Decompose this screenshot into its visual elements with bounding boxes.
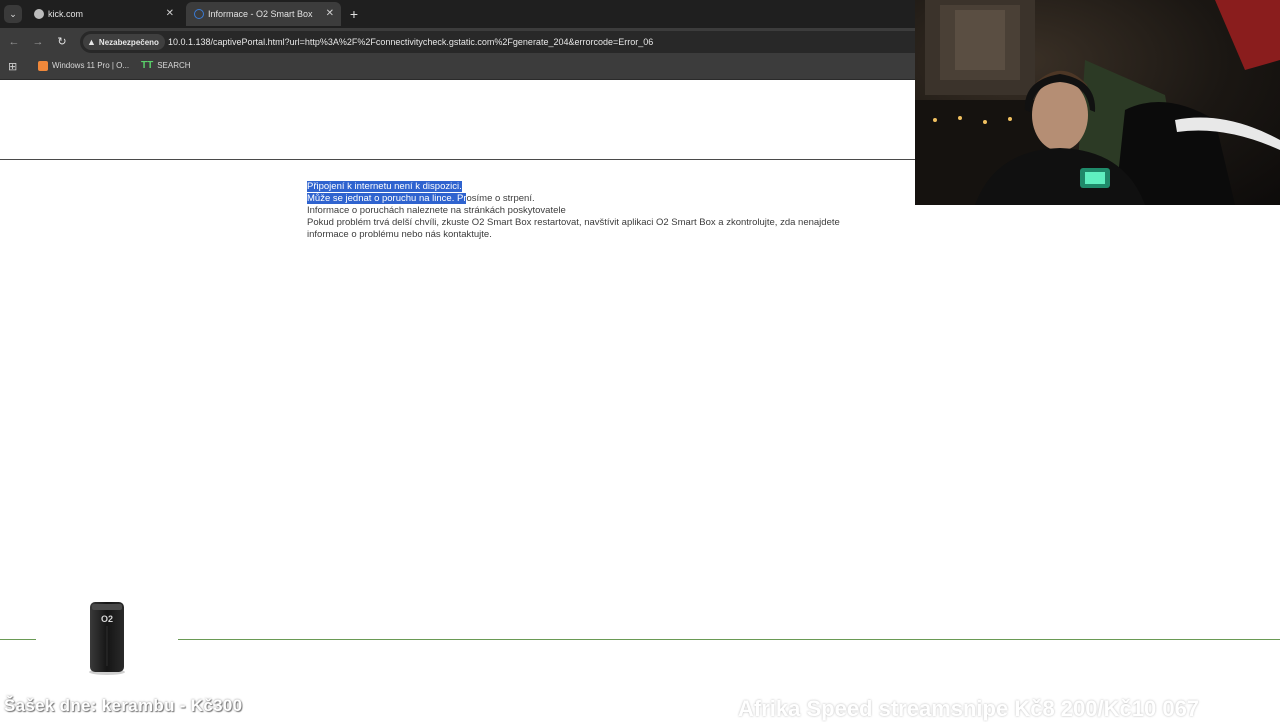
message-text: osíme o strpení.: [466, 193, 535, 204]
selected-text: Připojení k internetu není k dispozici.: [307, 181, 462, 192]
message-line-1: Připojení k internetu není k dispozici.: [307, 181, 847, 193]
close-icon[interactable]: ✕: [166, 2, 174, 26]
bookmark-search[interactable]: TT SEARCH: [141, 56, 191, 80]
header-divider: [0, 159, 915, 160]
apps-grid-icon[interactable]: ⊞: [8, 62, 19, 73]
bookmark-favicon-icon: [38, 60, 48, 71]
donation-goal-overlay: Afrika Speed streamsnipe Kč8 200/Kč10 06…: [738, 696, 1200, 721]
tt-logo-icon: TT: [141, 59, 154, 71]
message-line-2: Může se jednat o poruchu na lince. Prosí…: [307, 193, 847, 205]
tab-title: Informace - O2 Smart Box: [208, 9, 313, 19]
browser-toolbar: ← → ↻ ▲ Nezabezpečeno 10.0.1.138/captiveP…: [0, 28, 915, 56]
warning-icon: ▲: [87, 37, 96, 47]
webcam-feed-image: [915, 0, 1280, 205]
o2-smart-box-router-image: O2: [89, 602, 125, 675]
back-icon[interactable]: ←: [5, 33, 23, 51]
tab-strip: ⌄ kick.com ✕ Informace - O2 Smart Box ✕ …: [0, 0, 915, 28]
tab-o2-smart-box[interactable]: Informace - O2 Smart Box ✕: [186, 2, 341, 26]
new-tab-button[interactable]: +: [346, 4, 362, 24]
close-icon[interactable]: ✕: [326, 2, 334, 26]
error-message: Připojení k internetu není k dispozici. …: [307, 181, 847, 241]
security-chip[interactable]: ▲ Nezabezpečeno: [83, 34, 165, 50]
bookmark-label: SEARCH: [157, 61, 191, 70]
url-text[interactable]: 10.0.1.138/captivePortal.html?url=http%3…: [168, 31, 653, 53]
webcam-overlay: [915, 0, 1280, 205]
globe-icon: [34, 9, 44, 19]
jester-of-the-day-overlay: Šašek dne: kerambu - Kč300: [4, 696, 243, 715]
bookmark-label: Windows 11 Pro | O...: [52, 61, 130, 70]
address-bar[interactable]: ▲ Nezabezpečeno 10.0.1.138/captivePortal.…: [80, 31, 915, 53]
bookmarks-bar: ⊞ Windows 11 Pro | O... TT SEARCH: [0, 56, 915, 80]
selected-text: Může se jednat o poruchu na lince. Pr: [307, 193, 467, 204]
footer-divider: [0, 639, 1280, 640]
message-line-4: Pokud problém trvá delší chvíli, zkuste …: [307, 217, 840, 240]
forward-icon[interactable]: →: [29, 33, 47, 51]
router-logo-text: O2: [101, 614, 113, 624]
tab-title: kick.com: [48, 9, 84, 19]
reload-icon[interactable]: ↻: [53, 33, 71, 51]
loading-icon: [194, 9, 204, 19]
security-label: Nezabezpečeno: [98, 38, 159, 47]
message-line-3: Informace o poruchách naleznete na strán…: [307, 205, 566, 216]
bookmark-windows-11-pro[interactable]: Windows 11 Pro | O...: [38, 56, 129, 80]
tab-search-icon[interactable]: ⌄: [4, 5, 22, 23]
tab-kick[interactable]: kick.com ✕: [26, 2, 181, 26]
